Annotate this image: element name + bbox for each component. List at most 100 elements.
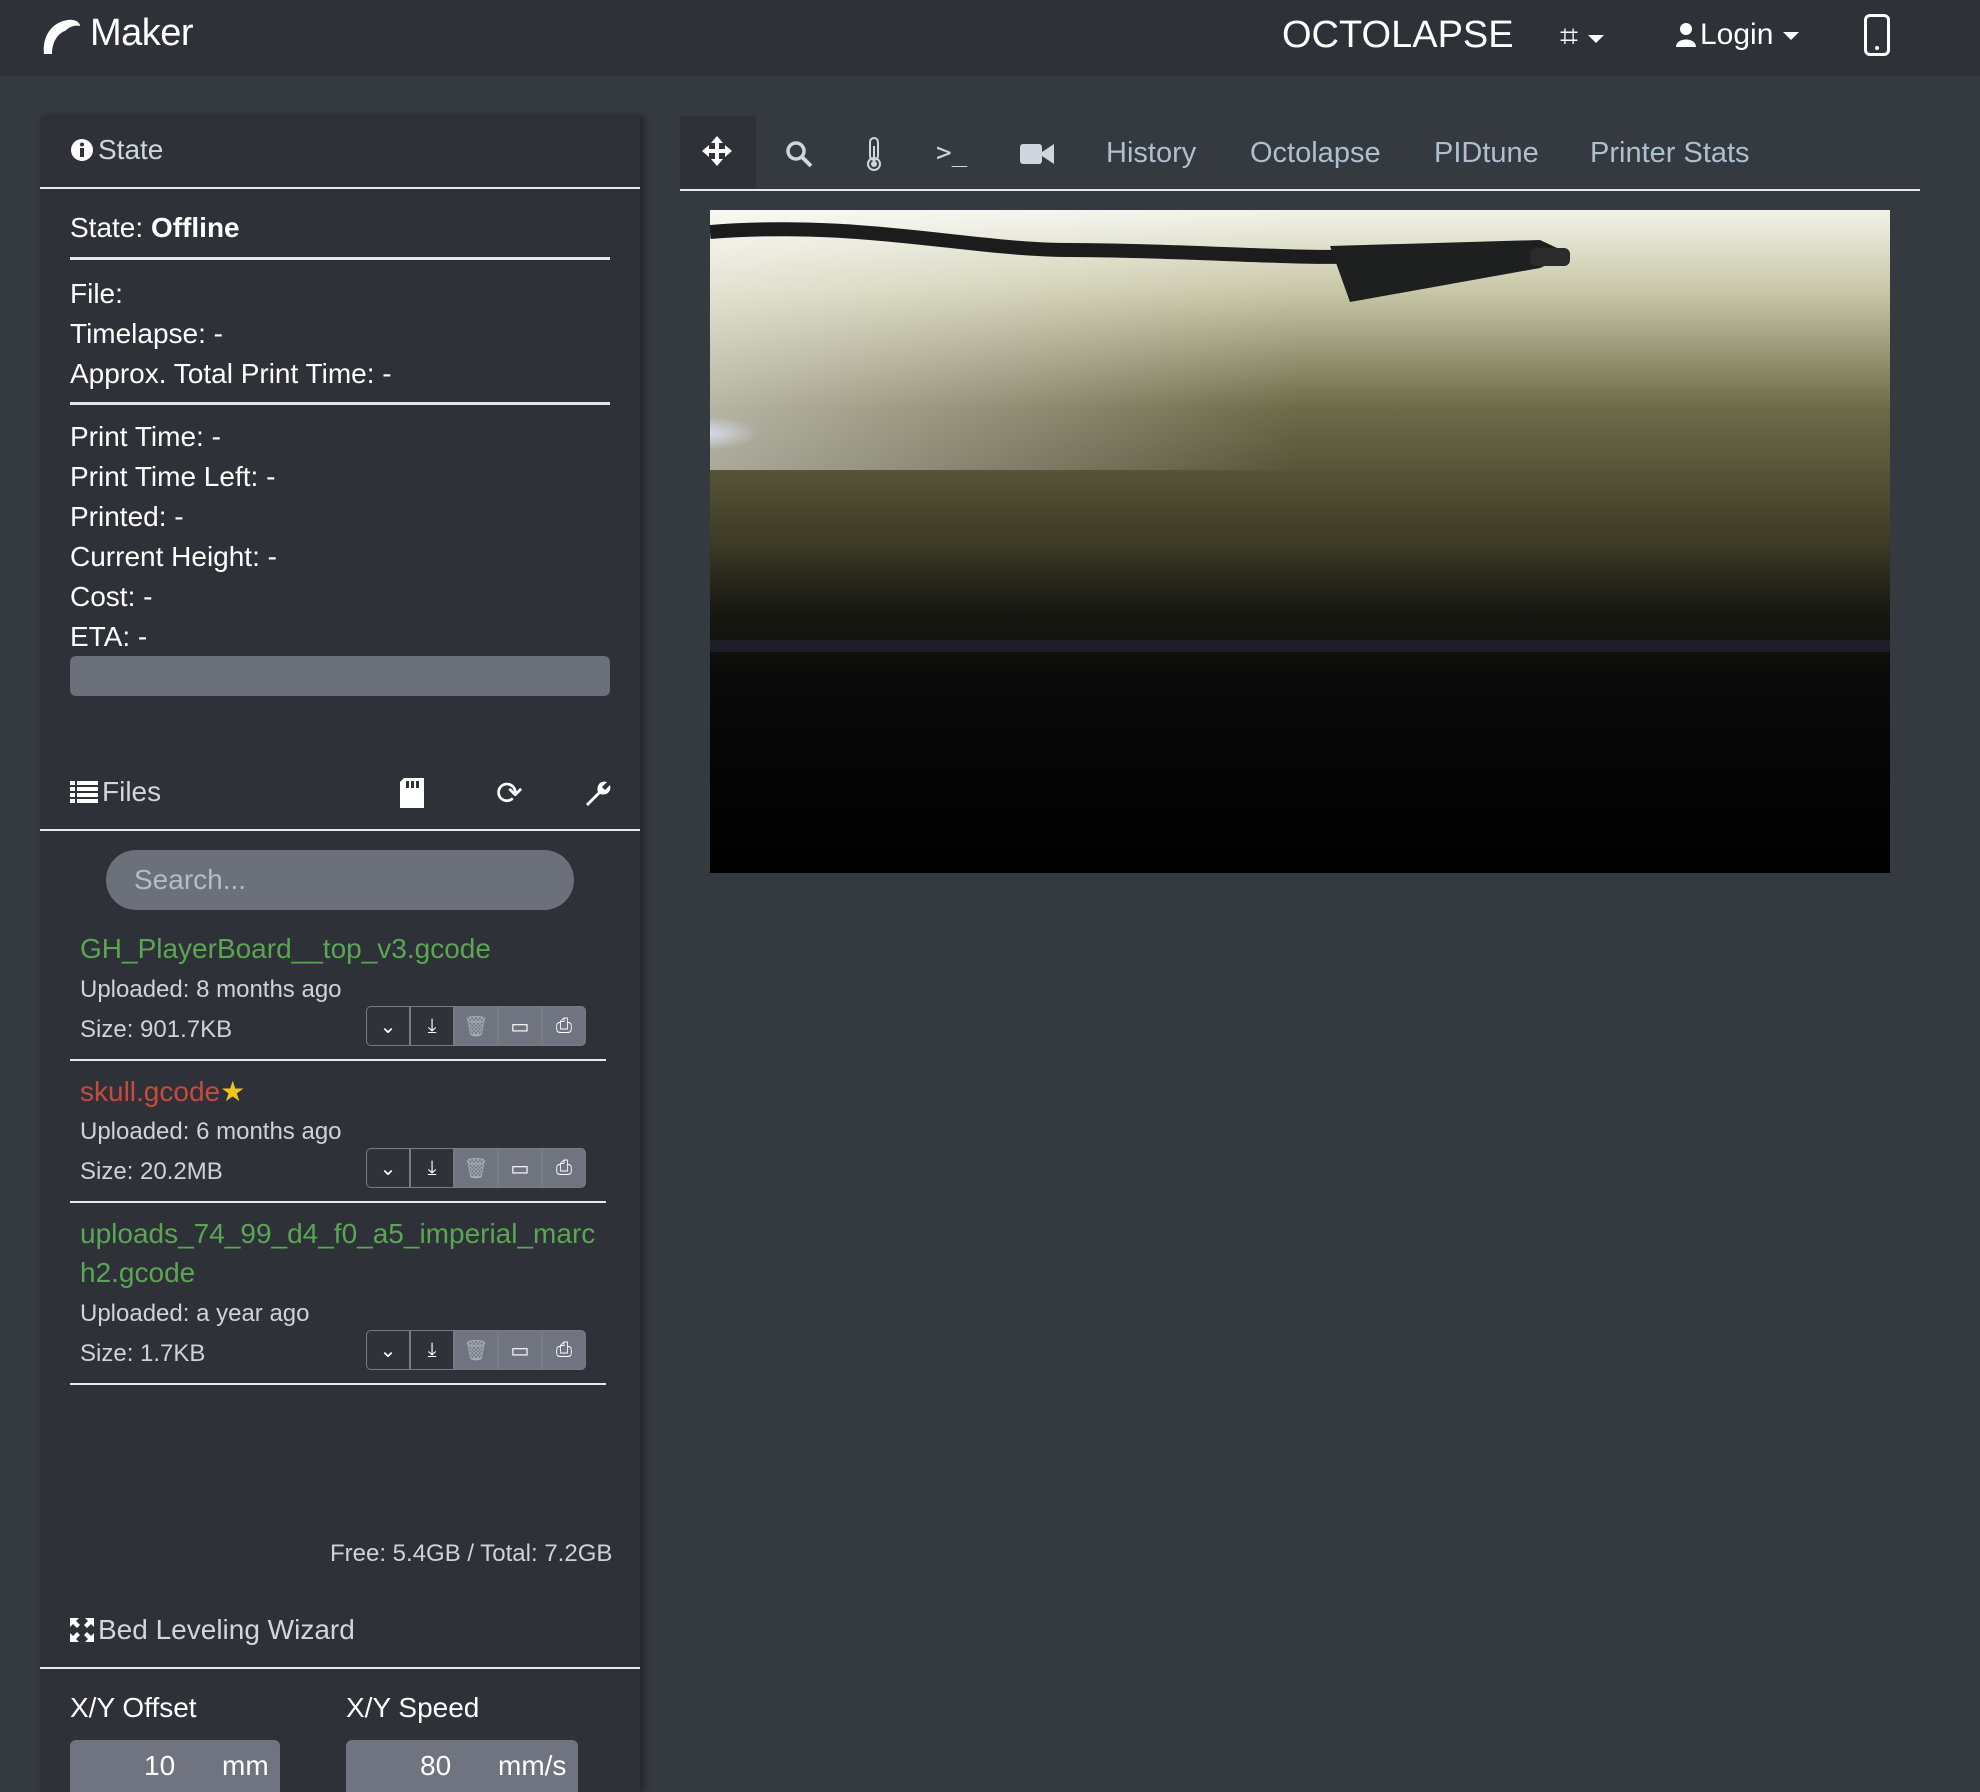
divider bbox=[40, 829, 640, 831]
file-search-input[interactable] bbox=[106, 850, 574, 910]
load-button[interactable]: ▭ bbox=[498, 1148, 542, 1188]
print-button[interactable]: ⎙ bbox=[542, 1006, 586, 1046]
crop-icon: ⌗ bbox=[1560, 18, 1579, 54]
tab-control[interactable] bbox=[680, 116, 756, 188]
download-button[interactable]: ⤓ bbox=[410, 1148, 454, 1188]
trash-icon: 🗑 bbox=[463, 1157, 489, 1180]
xy-speed-value: 80 bbox=[420, 1750, 452, 1781]
file-name-link[interactable]: GH_PlayerBoard__top_v3.gcode bbox=[80, 933, 491, 965]
state-value: Offline bbox=[150, 212, 240, 243]
delete-button[interactable]: 🗑 bbox=[454, 1006, 498, 1046]
octolapse-nav-title[interactable]: OCTOLAPSE bbox=[1282, 14, 1514, 57]
xy-speed-unit: mm/s bbox=[498, 1750, 567, 1781]
divider bbox=[70, 1059, 606, 1061]
login-label: Login bbox=[1700, 18, 1774, 51]
expand-button[interactable]: ⌄ bbox=[366, 1330, 410, 1370]
printed-line: Printed: - bbox=[70, 501, 184, 532]
video-camera-icon[interactable] bbox=[1020, 142, 1054, 166]
print-time-line: Print Time: - bbox=[70, 421, 221, 452]
file-name-link[interactable]: skull.gcode★ bbox=[80, 1075, 245, 1108]
file-name-link[interactable]: uploads_74_99_d4_f0_a5_imperial_marc h2.… bbox=[80, 1218, 595, 1289]
xy-offset-input[interactable]: 10 mm bbox=[70, 1740, 280, 1792]
file-size: Size: 901.7KB bbox=[80, 1016, 233, 1043]
file-size: Size: 1.7KB bbox=[80, 1340, 206, 1367]
timelapse-line: Timelapse: - bbox=[70, 318, 224, 349]
expand-button[interactable]: ⌄ bbox=[366, 1006, 410, 1046]
files-panel-header[interactable]: Files bbox=[70, 776, 161, 808]
refresh-icon[interactable]: ⟳ bbox=[496, 774, 523, 812]
load-button[interactable]: ▭ bbox=[498, 1006, 542, 1046]
printer-icon: ⎙ bbox=[556, 1014, 572, 1037]
state-line: State: Offline bbox=[70, 212, 240, 244]
expand-button[interactable]: ⌄ bbox=[366, 1148, 410, 1188]
bed-leveling-panel-header[interactable]: Bed Leveling Wizard bbox=[70, 1614, 355, 1646]
file-uploaded: Uploaded: a year ago bbox=[80, 1300, 310, 1327]
webcam-image bbox=[710, 210, 1890, 873]
divider bbox=[70, 257, 610, 260]
user-icon bbox=[1676, 23, 1696, 47]
state-panel-title: State bbox=[98, 134, 164, 165]
print-time-left-line: Print Time Left: - bbox=[70, 461, 276, 492]
print-button[interactable]: ⎙ bbox=[542, 1330, 586, 1370]
folder-open-icon: ▭ bbox=[510, 1157, 530, 1180]
download-icon: ⤓ bbox=[427, 1338, 437, 1361]
tab-pidtune[interactable]: PIDtune bbox=[1434, 137, 1539, 170]
search-icon[interactable] bbox=[785, 140, 813, 168]
file-line: File: bbox=[70, 278, 123, 309]
delete-button[interactable]: 🗑 bbox=[454, 1330, 498, 1370]
thermometer-icon[interactable] bbox=[864, 136, 884, 172]
file-uploaded: Uploaded: 6 months ago bbox=[80, 1118, 342, 1145]
xy-offset-value: 10 bbox=[144, 1750, 176, 1781]
load-button[interactable]: ▭ bbox=[498, 1330, 542, 1370]
file-size: Size: 20.2MB bbox=[80, 1158, 223, 1185]
download-icon: ⤓ bbox=[427, 1014, 437, 1037]
mobile-icon[interactable] bbox=[1864, 14, 1890, 56]
xy-speed-input[interactable]: 80 mm/s bbox=[346, 1740, 578, 1792]
divider bbox=[70, 402, 610, 405]
file-name-line: h2.gcode bbox=[80, 1257, 196, 1288]
brand-name[interactable]: Maker bbox=[90, 12, 194, 55]
tab-history[interactable]: History bbox=[1106, 137, 1196, 170]
login-menu[interactable]: Login bbox=[1676, 18, 1800, 52]
octoprint-logo-icon[interactable] bbox=[38, 16, 82, 56]
sd-card-icon[interactable] bbox=[400, 778, 424, 808]
chevron-down-icon: ⌄ bbox=[379, 1015, 397, 1038]
crop-menu[interactable]: ⌗ bbox=[1560, 18, 1605, 56]
printer-icon: ⎙ bbox=[556, 1338, 572, 1361]
xy-speed-label: X/Y Speed bbox=[346, 1692, 480, 1723]
storage-free-total: Free: 5.4GB / Total: 7.2GB bbox=[330, 1540, 613, 1567]
folder-open-icon: ▭ bbox=[510, 1015, 530, 1038]
approx-total-line: Approx. Total Print Time: - bbox=[70, 358, 392, 389]
list-icon bbox=[70, 781, 98, 803]
print-button[interactable]: ⎙ bbox=[542, 1148, 586, 1188]
file-name-line: uploads_74_99_d4_f0_a5_imperial_marc bbox=[80, 1218, 596, 1249]
file-uploaded: Uploaded: 8 months ago bbox=[80, 976, 342, 1003]
files-panel-title: Files bbox=[102, 776, 162, 807]
xy-offset-unit: mm bbox=[222, 1750, 269, 1781]
folder-open-icon: ▭ bbox=[510, 1339, 530, 1362]
eta-line: ETA: - bbox=[70, 621, 148, 652]
current-height-line: Current Height: - bbox=[70, 541, 277, 572]
tab-printer-stats[interactable]: Printer Stats bbox=[1590, 137, 1750, 170]
tab-octolapse[interactable]: Octolapse bbox=[1250, 137, 1381, 170]
info-icon bbox=[71, 139, 93, 161]
state-panel-header[interactable]: State bbox=[70, 134, 163, 166]
chevron-down-icon: ⌄ bbox=[379, 1339, 397, 1362]
file-name-text: skull.gcode bbox=[80, 1076, 221, 1107]
webcam-stream bbox=[710, 210, 1890, 873]
print-progress-bar bbox=[70, 656, 610, 696]
delete-button[interactable]: 🗑 bbox=[454, 1148, 498, 1188]
tab-underline bbox=[680, 189, 1920, 191]
wrench-icon[interactable] bbox=[584, 780, 612, 808]
download-icon: ⤓ bbox=[427, 1156, 437, 1179]
chevron-down-icon bbox=[1783, 32, 1800, 41]
chevron-down-icon: ⌄ bbox=[379, 1157, 397, 1180]
cost-line: Cost: - bbox=[70, 581, 153, 612]
divider bbox=[40, 187, 640, 189]
download-button[interactable]: ⤓ bbox=[410, 1330, 454, 1370]
file-action-group: ⌄ ⤓ 🗑 ▭ ⎙ bbox=[366, 1006, 586, 1046]
chevron-down-icon bbox=[1588, 34, 1605, 43]
terminal-icon[interactable]: >_ bbox=[936, 138, 967, 168]
download-button[interactable]: ⤓ bbox=[410, 1006, 454, 1046]
bed-leveling-title: Bed Leveling Wizard bbox=[98, 1614, 355, 1645]
